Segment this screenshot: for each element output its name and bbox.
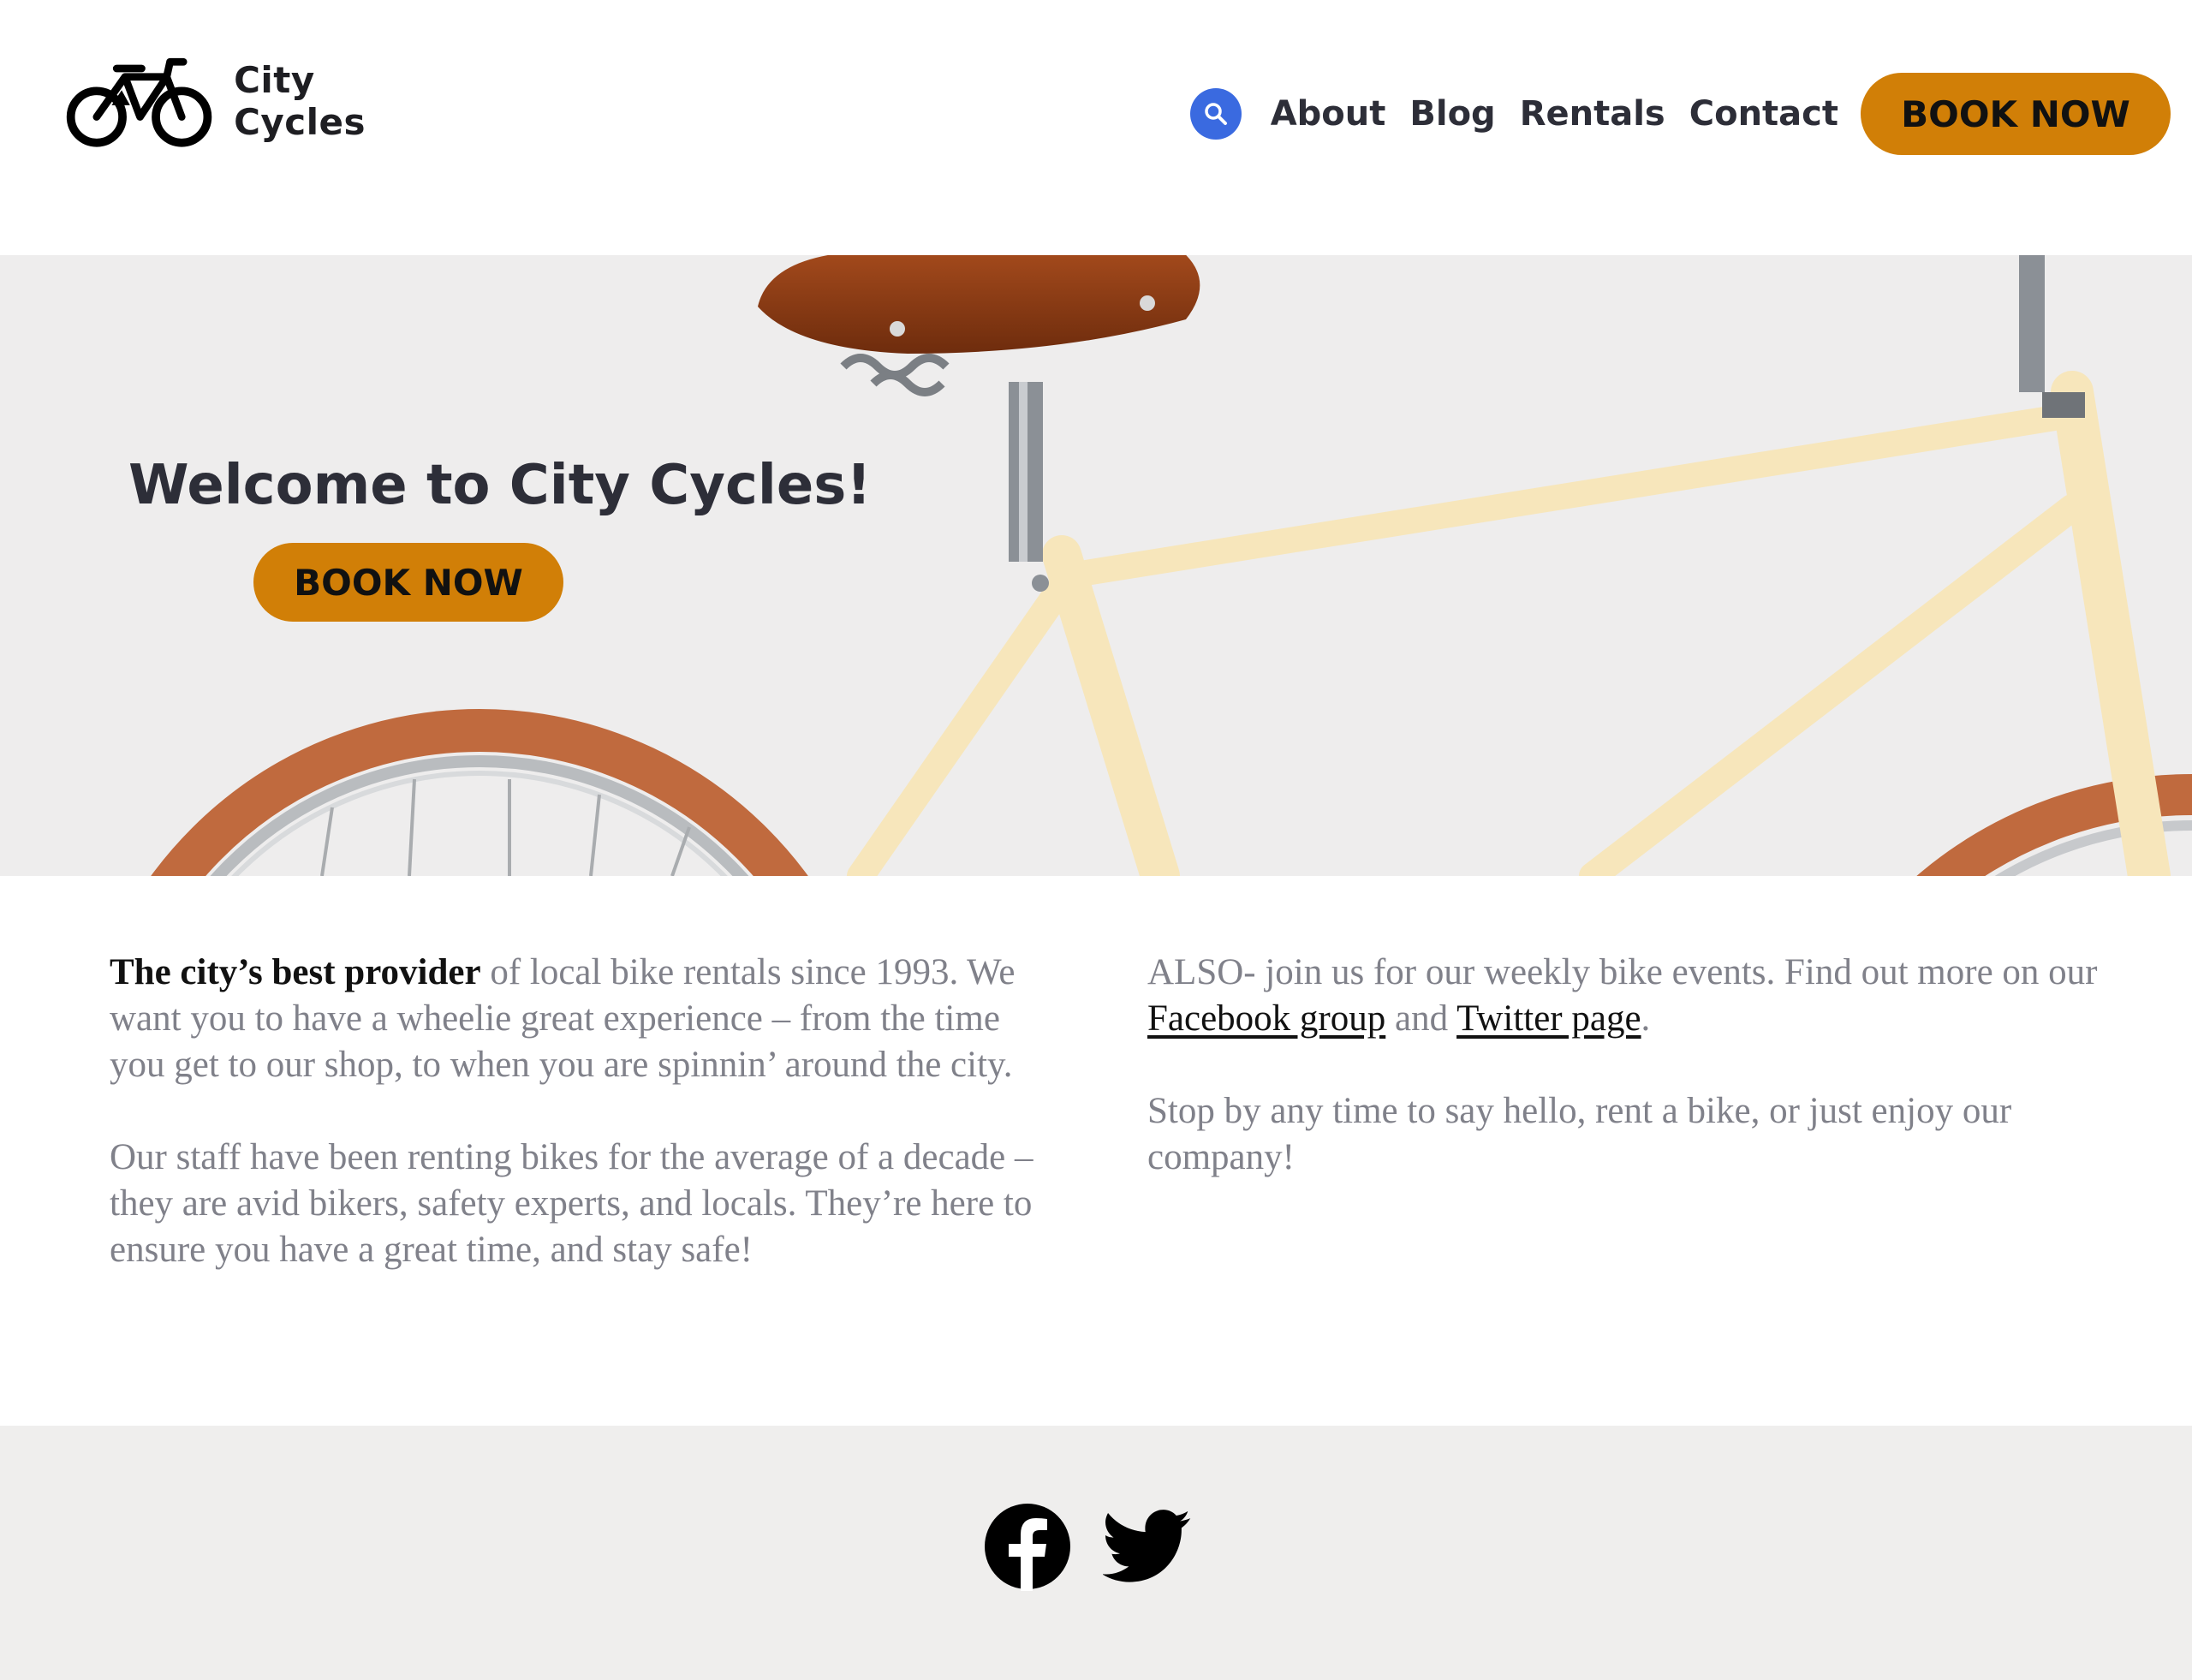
visit-paragraph: Stop by any time to say hello, rent a bi…	[1147, 1091, 2012, 1177]
twitter-icon	[1103, 1510, 1191, 1582]
twitter-link[interactable]	[1103, 1499, 1192, 1594]
nav-rentals[interactable]: Rentals	[1520, 94, 1665, 134]
main-nav: About Blog Rentals Contact BOOK NOW	[1189, 73, 2171, 155]
hero-section: Welcome to City Cycles! BOOK NOW	[0, 255, 2192, 876]
facebook-link[interactable]	[983, 1499, 1072, 1594]
hero-book-now-button[interactable]: BOOK NOW	[253, 543, 563, 622]
twitter-page-link[interactable]: Twitter page	[1456, 998, 1641, 1039]
intro-highlight: The city’s best provider	[110, 952, 481, 992]
content-right-column: ALSO- join us for our weekly bike events…	[1147, 950, 2115, 1227]
events-paragraph: ALSO- join us for our weekly bike events…	[1147, 950, 2115, 1042]
site-header: City Cycles About Blog Rentals Contact B…	[0, 0, 2192, 255]
site-logo[interactable]: City Cycles	[60, 50, 454, 152]
header-book-now-button[interactable]: BOOK NOW	[1861, 73, 2171, 155]
hero-title: Welcome to City Cycles!	[128, 454, 872, 517]
staff-paragraph: Our staff have been renting bikes for th…	[110, 1137, 1033, 1270]
nav-about[interactable]: About	[1271, 94, 1386, 134]
about-content: The city’s best provider of local bike r…	[0, 876, 2192, 1426]
search-icon	[1204, 103, 1227, 125]
nav-contact[interactable]: Contact	[1689, 94, 1838, 134]
events-period: .	[1641, 998, 1651, 1039]
events-text: ALSO- join us for our weekly bike events…	[1147, 952, 2098, 992]
search-button[interactable]	[1189, 88, 1242, 140]
nav-blog[interactable]: Blog	[1409, 94, 1495, 134]
events-and: and	[1385, 998, 1457, 1039]
facebook-icon	[985, 1504, 1070, 1591]
intro-paragraph: The city’s best provider of local bike r…	[110, 950, 1060, 1088]
facebook-group-link[interactable]: Facebook group	[1147, 998, 1385, 1039]
brand-name: City Cycles	[234, 59, 366, 143]
bicycle-logo-icon	[66, 57, 212, 147]
site-footer	[0, 1426, 2192, 1680]
content-left-column: The city’s best provider of local bike r…	[110, 950, 1060, 1320]
